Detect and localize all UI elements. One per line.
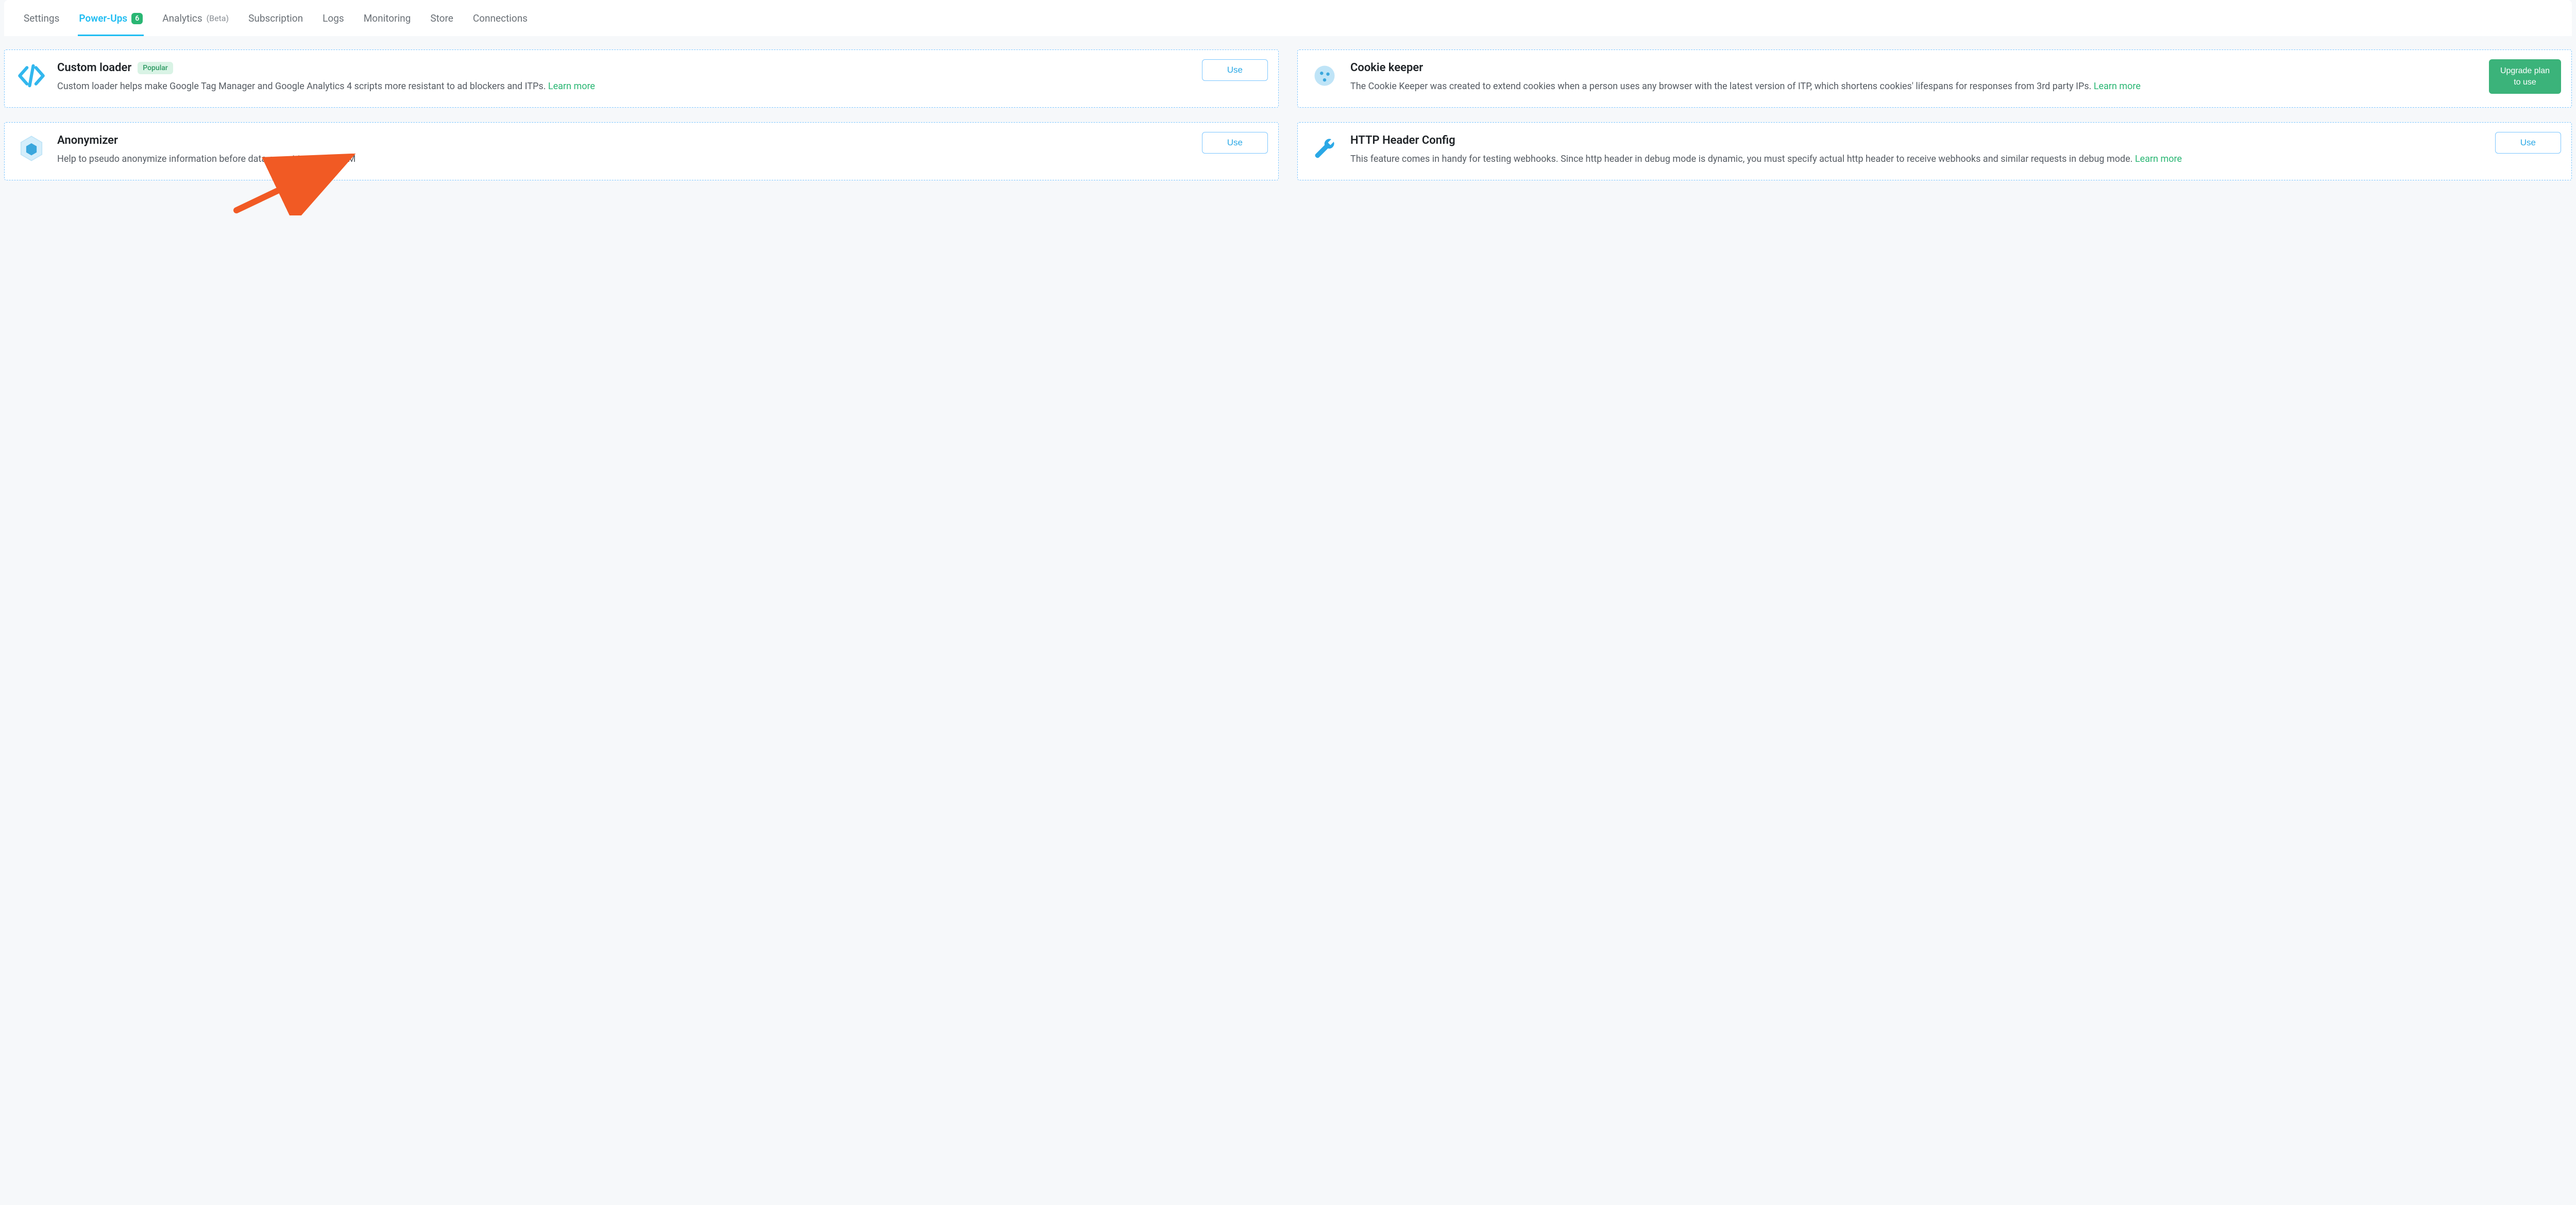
popular-badge: Popular bbox=[138, 62, 173, 74]
tab-store[interactable]: Store bbox=[429, 9, 454, 36]
learn-more-link[interactable]: Learn more bbox=[2135, 154, 2182, 164]
tab-settings[interactable]: Settings bbox=[23, 9, 60, 36]
hexagon-icon bbox=[17, 134, 46, 163]
tabs-nav: Settings Power-Ups 6 Analytics (Beta) Su… bbox=[4, 0, 2572, 36]
card-cookie-keeper: Cookie keeper The Cookie Keeper was crea… bbox=[1297, 49, 2572, 108]
code-icon bbox=[17, 61, 46, 90]
tab-powerups-badge: 6 bbox=[131, 13, 143, 24]
card-title: Custom loader bbox=[57, 61, 131, 74]
card-desc: Custom loader helps make Google Tag Mana… bbox=[57, 79, 1189, 94]
card-anonymizer: Anonymizer Help to pseudo anonymize info… bbox=[4, 122, 1279, 180]
card-desc-text: This feature comes in handy for testing … bbox=[1350, 154, 2135, 164]
card-title: Anonymizer bbox=[57, 134, 118, 147]
card-custom-loader: Custom loader Popular Custom loader help… bbox=[4, 49, 1279, 108]
card-desc-text: The Cookie Keeper was created to extend … bbox=[1350, 81, 2094, 92]
tab-monitoring-label: Monitoring bbox=[364, 12, 411, 24]
tab-monitoring[interactable]: Monitoring bbox=[363, 9, 412, 36]
card-title: HTTP Header Config bbox=[1350, 134, 1455, 147]
tab-powerups[interactable]: Power-Ups 6 bbox=[78, 9, 144, 36]
learn-more-link[interactable]: Learn more bbox=[548, 81, 595, 92]
tab-connections-label: Connections bbox=[473, 12, 528, 24]
tab-subscription[interactable]: Subscription bbox=[247, 9, 304, 36]
card-desc: This feature comes in handy for testing … bbox=[1350, 152, 2482, 166]
card-desc-text: Help to pseudo anonymize information bef… bbox=[57, 154, 355, 164]
tab-logs[interactable]: Logs bbox=[321, 9, 345, 36]
card-http-header: HTTP Header Config This feature comes in… bbox=[1297, 122, 2572, 180]
use-button[interactable]: Use bbox=[2495, 132, 2561, 154]
cards-grid: Custom loader Popular Custom loader help… bbox=[4, 49, 2572, 180]
card-desc: Help to pseudo anonymize information bef… bbox=[57, 152, 1189, 166]
tab-subscription-label: Subscription bbox=[248, 12, 303, 24]
wrench-icon bbox=[1310, 134, 1339, 163]
use-button[interactable]: Use bbox=[1202, 59, 1268, 81]
tab-settings-label: Settings bbox=[24, 12, 59, 24]
tab-logs-label: Logs bbox=[323, 12, 344, 24]
card-desc: The Cookie Keeper was created to extend … bbox=[1350, 79, 2482, 94]
card-title: Cookie keeper bbox=[1350, 61, 1423, 74]
card-desc-text: Custom loader helps make Google Tag Mana… bbox=[57, 81, 548, 92]
tab-analytics-label: Analytics bbox=[162, 12, 202, 24]
tab-analytics-sub: (Beta) bbox=[207, 13, 229, 23]
use-button[interactable]: Use bbox=[1202, 132, 1268, 154]
tab-analytics[interactable]: Analytics (Beta) bbox=[161, 9, 230, 36]
tab-powerups-label: Power-Ups bbox=[79, 12, 127, 24]
upgrade-button[interactable]: Upgrade plan to use bbox=[2489, 59, 2561, 94]
cookie-icon bbox=[1310, 61, 1339, 90]
tab-connections[interactable]: Connections bbox=[472, 9, 529, 36]
tab-store-label: Store bbox=[430, 12, 453, 24]
learn-more-link[interactable]: Learn more bbox=[2094, 81, 2141, 92]
